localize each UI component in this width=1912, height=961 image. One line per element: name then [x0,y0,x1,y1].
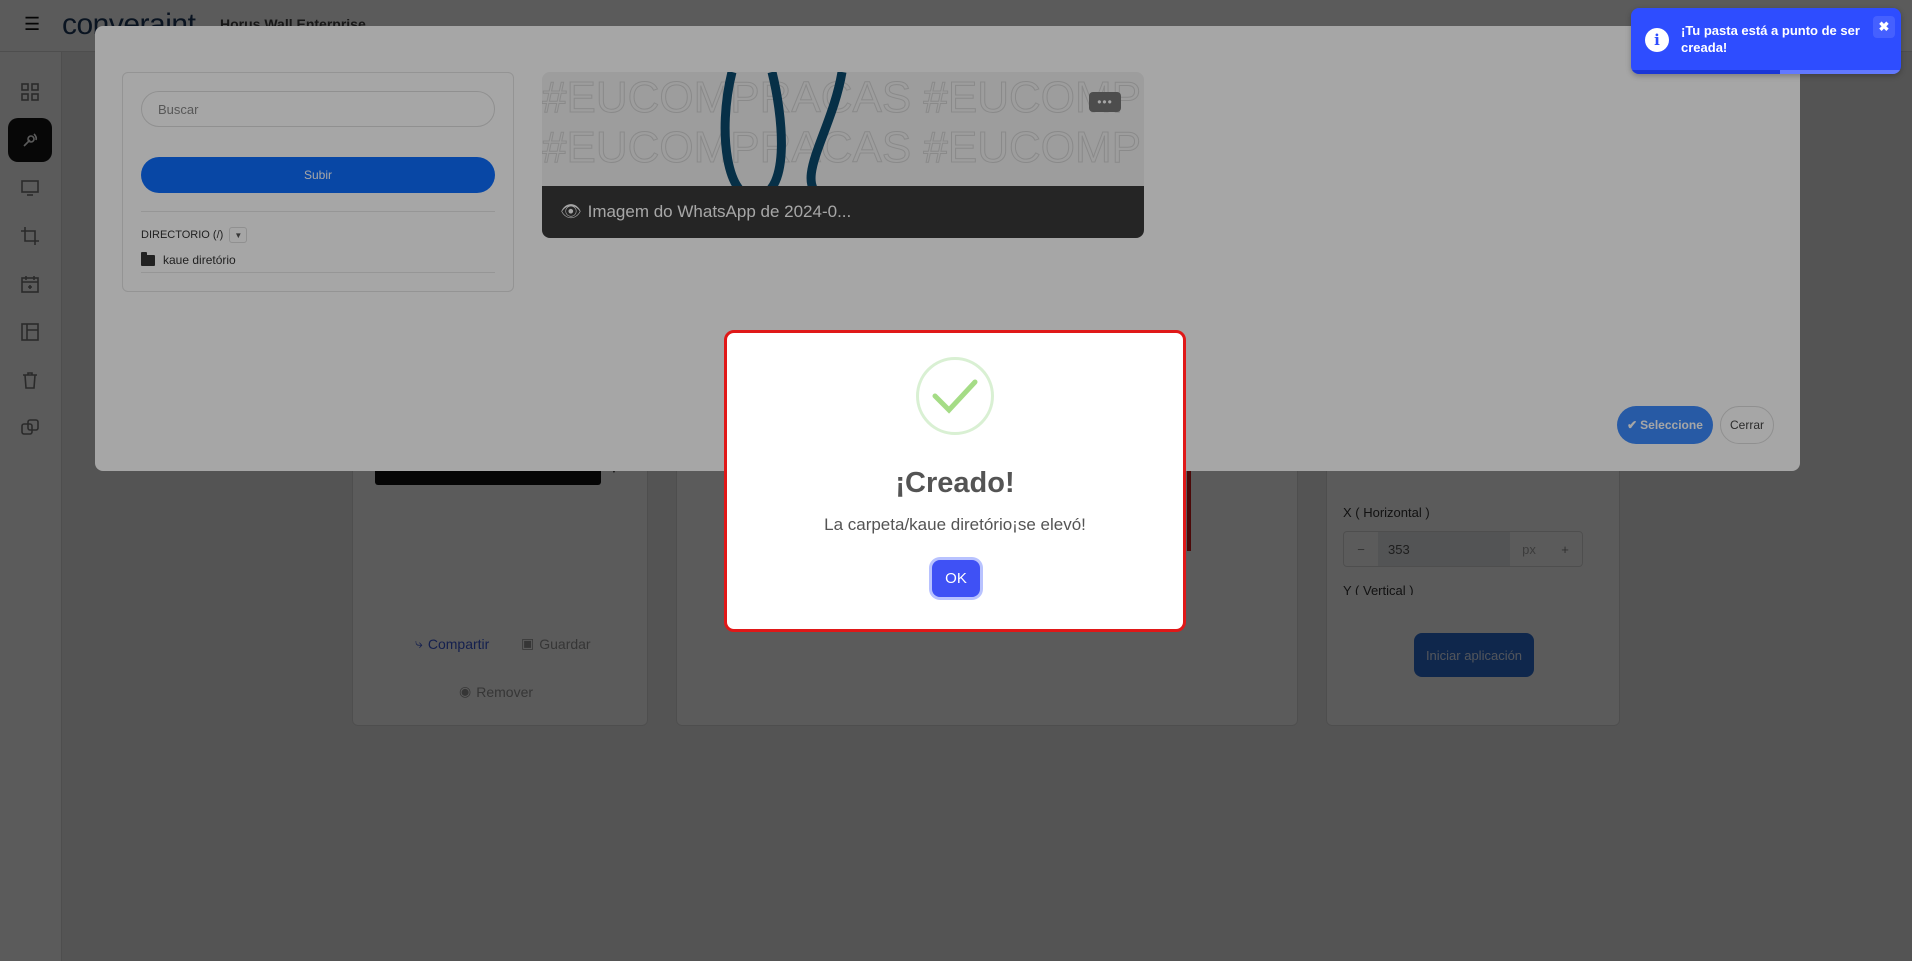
toast-progress-fill [1631,70,1780,74]
toast-message: ¡Tu pasta está a punto de ser creada! [1681,23,1860,55]
ok-button[interactable]: OK [932,560,980,597]
alert-message: La carpeta/kaue diretório¡se elevó! [824,515,1086,534]
close-icon[interactable]: ✖ [1873,16,1895,38]
info-icon: i [1645,28,1669,52]
success-check-icon [916,357,994,435]
toast-progress [1631,70,1901,74]
info-toast: i ¡Tu pasta está a punto de ser creada! … [1631,8,1901,74]
alert-title: ¡Creado! [895,467,1015,499]
success-alert: ¡Creado! La carpeta/kaue diretório¡se el… [724,330,1186,632]
